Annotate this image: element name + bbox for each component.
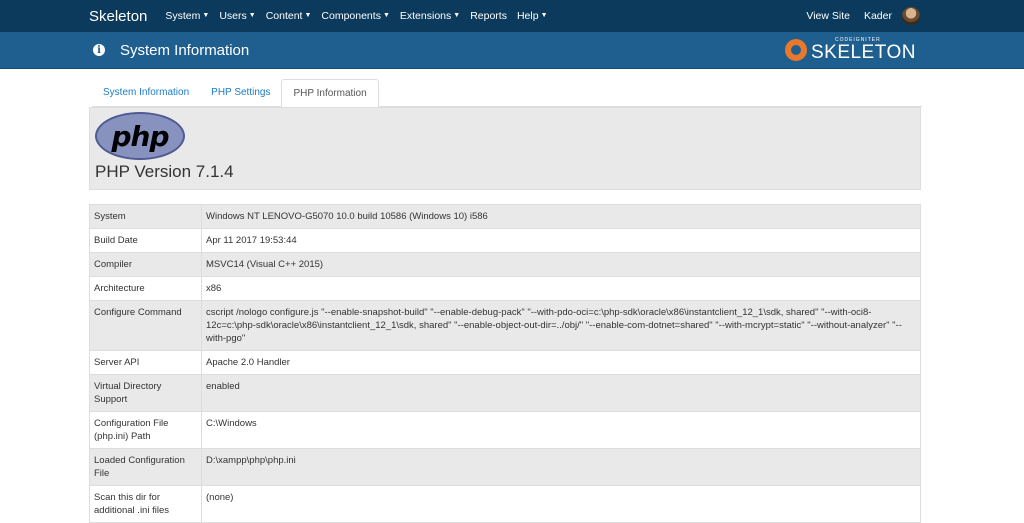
row-value: D:\xampp\php\php.ini [201,448,921,486]
nav-system[interactable]: System ▼ [165,10,209,22]
nav-label: Users [219,10,247,22]
tab-bar: System Information PHP Settings PHP Info… [92,79,922,107]
nav-components[interactable]: Components ▼ [321,10,389,22]
logo-mark-icon [784,39,807,61]
row-value: x86 [201,276,921,301]
row-value: C:\Windows [201,411,921,449]
logo-title: SKELETON [810,42,916,63]
tab-system-information[interactable]: System Information [92,79,200,106]
row-key: Virtual Directory Support [89,374,202,412]
nav-label: Content [265,10,303,22]
nav-label: System [165,10,201,22]
user-menu[interactable]: Kader [864,10,892,22]
caret-down-icon: ▼ [304,12,312,19]
row-key: Scan this dir for additional .ini files [89,485,202,523]
row-value: cscript /nologo configure.js "--enable-s… [201,300,921,351]
table-row: Virtual Directory Support enabled [89,374,921,412]
tab-php-information[interactable]: PHP Information [281,79,379,107]
table-row: Configure Command cscript /nologo configu… [89,300,921,351]
php-version-heading: PHP Version 7.1.4 [95,162,234,181]
row-key: Configure Command [89,300,202,351]
row-value: Apache 2.0 Handler [201,350,921,375]
caret-down-icon: ▼ [382,12,390,19]
row-value: Windows NT LENOVO-G5070 10.0 build 10586… [201,204,921,229]
table-row: Loaded Configuration File D:\xampp\php\ph… [89,448,921,486]
nav-content[interactable]: Content ▼ [266,10,312,22]
nav-label: Extensions [399,10,452,22]
brand-link[interactable]: Skeleton [89,8,147,25]
page-header: i System Information CODEIGNITER SKELETO… [0,32,1024,69]
nav-help[interactable]: Help ▼ [517,10,548,22]
nav-extensions[interactable]: Extensions ▼ [400,10,460,22]
nav-label: Reports [470,10,507,22]
row-value: MSVC14 (Visual C++ 2015) [201,252,921,277]
caret-down-icon: ▼ [453,12,461,19]
row-key: Loaded Configuration File [89,448,202,486]
row-key: Build Date [89,228,202,253]
navbar-right: View Site Kader [806,0,920,32]
table-row: Compiler MSVC14 (Visual C++ 2015) [89,252,921,277]
php-version-box: php PHP Version 7.1.4 [89,107,921,190]
table-row: Scan this dir for additional .ini files(… [89,485,921,523]
caret-down-icon: ▼ [540,12,548,19]
nav-label: Help [516,10,539,22]
table-row: Build Date Apr 11 2017 19:53:44 [89,228,921,253]
avatar[interactable] [902,7,920,25]
nav-users[interactable]: Users ▼ [219,10,255,22]
skeleton-logo: CODEIGNITER SKELETON [784,38,916,63]
caret-down-icon: ▼ [248,12,256,19]
php-logo: php [95,112,185,160]
row-key: System [89,204,202,229]
caret-down-icon: ▼ [202,12,210,19]
row-value: enabled [201,374,921,412]
tab-php-settings[interactable]: PHP Settings [200,79,281,106]
table-row: Architecture x86 [89,276,921,301]
nav-label: Components [321,10,381,22]
top-navbar: Skeleton System ▼ Users ▼ Content ▼ Compone… [0,0,1024,32]
row-key: Configuration File (php.ini) Path [89,411,202,449]
php-info-table: System Windows NT LENOVO-G5070 10.0 build… [89,204,921,523]
row-value: Apr 11 2017 19:53:44 [201,228,921,253]
row-key: Compiler [89,252,202,277]
view-site-link[interactable]: View Site [806,10,850,22]
row-key: Architecture [89,276,202,301]
row-key: Server API [89,350,202,375]
row-value: (none) [201,485,921,523]
info-icon: i [93,44,105,56]
page-title: System Information [120,41,250,59]
table-row: System Windows NT LENOVO-G5070 10.0 build… [89,204,921,229]
table-row: Server API Apache 2.0 Handler [89,350,921,375]
table-row: Configuration File (php.ini) Path C:\Wind… [89,411,921,449]
nav-reports[interactable]: Reports [470,10,507,22]
